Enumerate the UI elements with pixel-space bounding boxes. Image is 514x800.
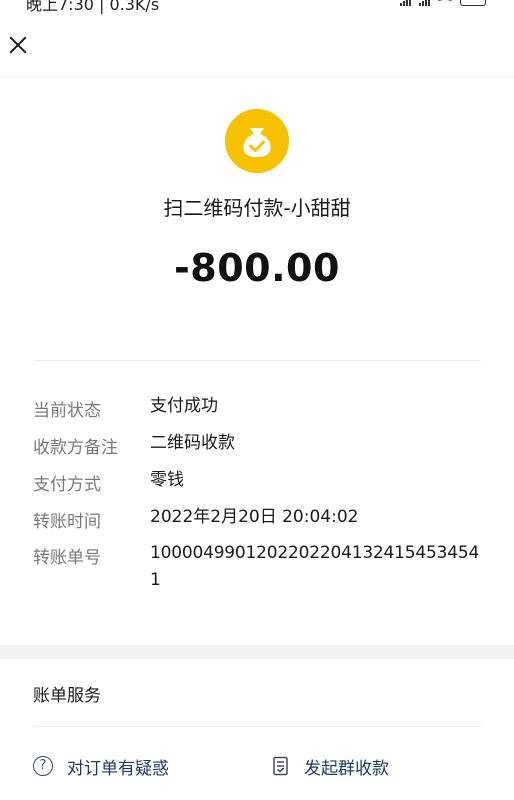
divider [33,726,481,727]
question-circle-icon: ? [33,756,53,776]
status-icons [400,0,486,6]
document-icon [272,756,290,776]
divider [33,360,481,361]
detail-label: 支付方式 [33,475,101,495]
detail-label: 转账时间 [33,512,101,532]
order-question-button[interactable]: ? 对订单有疑惑 [33,753,169,779]
section-separator [0,645,514,659]
detail-value: 支付成功 [150,396,218,416]
order-question-label: 对订单有疑惑 [67,758,169,779]
close-button[interactable] [6,33,30,57]
status-time: 晚上7:30 | 0.3K/s [26,0,160,14]
detail-label: 收款方备注 [33,438,118,458]
payment-amount: -800.00 [174,246,340,290]
signal-icon [400,0,411,6]
detail-label: 转账单号 [33,548,101,568]
wifi-icon [438,0,452,6]
header-divider [0,76,514,77]
group-collect-button[interactable]: 发起群收款 [272,753,389,779]
battery-icon [460,0,486,6]
bill-service-title: 账单服务 [33,686,101,706]
detail-label: 当前状态 [33,401,101,421]
detail-value: 二维码收款 [150,433,235,453]
detail-value[interactable]: 10000499012022022041324154534541 [150,540,480,594]
detail-value: 零钱 [150,470,184,490]
status-bar: 晚上7:30 | 0.3K/s [0,0,514,14]
money-bag-check-icon [225,109,289,173]
group-collect-label: 发起群收款 [304,758,389,779]
detail-value: 2022年2月20日 20:04:02 [150,507,359,527]
signal-icon-2 [419,0,430,6]
payment-title: 扫二维码付款-小甜甜 [163,196,351,220]
